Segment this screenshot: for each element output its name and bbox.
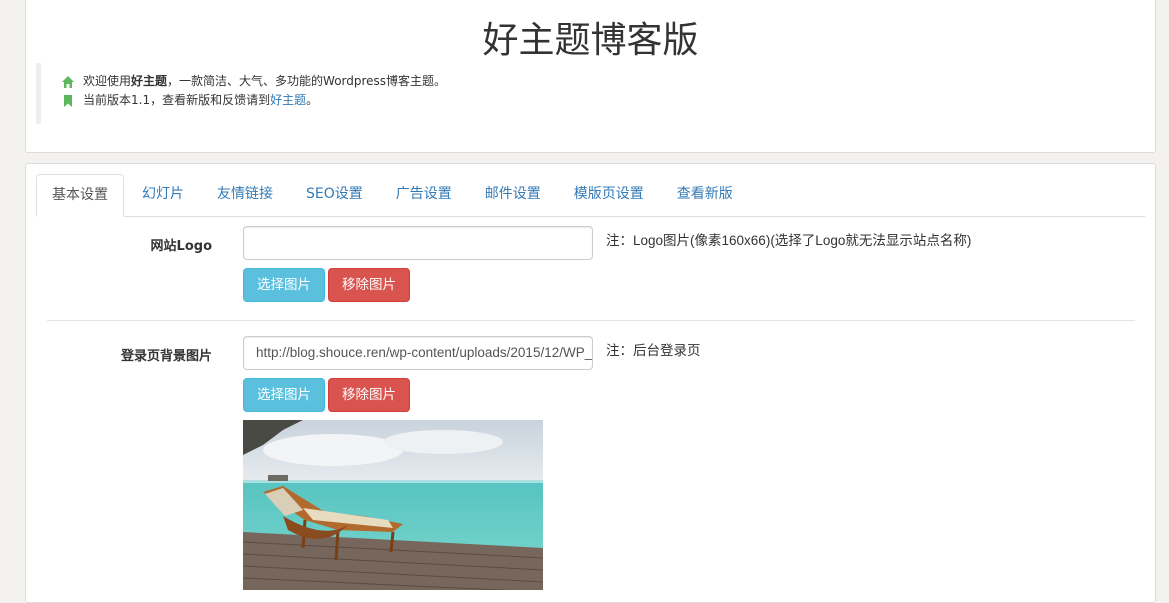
login-bg-preview-image xyxy=(243,420,543,590)
field-divider xyxy=(47,320,1135,321)
logo-remove-image-button[interactable]: 移除图片 xyxy=(328,268,410,302)
welcome-line: 欢迎使用 好主题 ，一款简洁、大气、多功能的Wordpress博客主题。 xyxy=(61,72,496,91)
tab-slideshow[interactable]: 幻灯片 xyxy=(127,174,199,215)
page-title: 好主题博客版 xyxy=(482,20,699,61)
welcome-prefix: 欢迎使用 xyxy=(83,74,132,88)
bookmark-icon xyxy=(64,94,72,107)
theme-link[interactable]: 好主题 xyxy=(270,91,306,110)
tab-seo-settings[interactable]: SEO设置 xyxy=(291,174,378,215)
logo-label: 网站Logo xyxy=(150,239,212,254)
header-panel: 好主题博客版 欢迎使用 好主题 ，一款简洁、大气、多功能的Wordpress博客主题… xyxy=(25,0,1156,153)
logo-select-image-button[interactable]: 选择图片 xyxy=(243,268,325,302)
intro-notice: 欢迎使用 好主题 ，一款简洁、大气、多功能的Wordpress博客主题。 当前版本1… xyxy=(36,63,496,124)
tab-view-new-version[interactable]: 查看新版 xyxy=(662,174,748,215)
theme-name: 好主题 xyxy=(131,74,168,88)
home-icon xyxy=(62,75,74,88)
version-prefix: 当前版本1.1，查看新版和反馈请到 xyxy=(83,93,271,107)
welcome-suffix: ，一款简洁、大气、多功能的Wordpress博客主题。 xyxy=(167,74,447,88)
version-suffix: 。 xyxy=(306,93,319,107)
tab-friend-links[interactable]: 友情链接 xyxy=(202,174,288,215)
logo-note: 注：Logo图片(像素160x66)(选择了Logo就无法显示站点名称) xyxy=(606,233,972,248)
tab-mail-settings[interactable]: 邮件设置 xyxy=(470,174,556,215)
version-line: 当前版本1.1，查看新版和反馈请到 好主题。 xyxy=(61,91,496,110)
login-bg-select-image-button[interactable]: 选择图片 xyxy=(243,378,325,412)
settings-tabs: 基本设置 幻灯片 友情链接 SEO设置 广告设置 邮件设置 模版页设置 查看新版 xyxy=(36,174,1145,217)
login-bg-note: 注：后台登录页 xyxy=(606,343,701,358)
tab-basic-settings[interactable]: 基本设置 xyxy=(36,174,124,217)
login-bg-url-input[interactable]: http://blog.shouce.ren/wp-content/upload… xyxy=(243,336,593,370)
login-bg-label: 登录页背景图片 xyxy=(120,349,212,364)
tab-ad-settings[interactable]: 广告设置 xyxy=(381,174,467,215)
settings-panel: 基本设置 幻灯片 友情链接 SEO设置 广告设置 邮件设置 模版页设置 查看新版… xyxy=(25,163,1156,603)
tab-template-settings[interactable]: 模版页设置 xyxy=(559,174,659,215)
login-bg-remove-image-button[interactable]: 移除图片 xyxy=(328,378,410,412)
logo-url-input[interactable] xyxy=(243,226,593,260)
